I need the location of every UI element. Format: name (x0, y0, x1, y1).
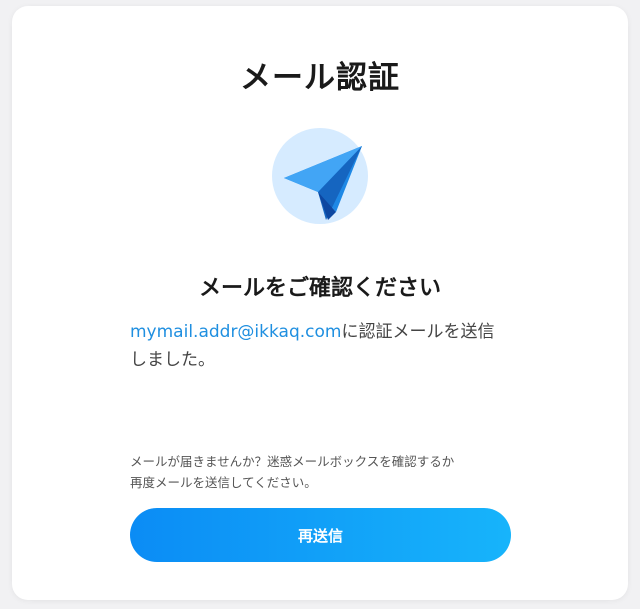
resend-button[interactable]: 再送信 (130, 508, 511, 562)
sent-message: mymail.addr@ikkaq.comに認証メールを送信しました。 (130, 318, 510, 374)
section-heading: メールをご確認ください (198, 276, 441, 301)
verification-card: メール認証 メールをご確認ください mymail.addr@ikkaq.comに… (12, 6, 628, 600)
page-title: メール認証 (240, 60, 400, 96)
paper-plane-icon (270, 126, 370, 226)
hint-line-1: メールが届きませんか？迷惑メールボックスを確認するか (130, 454, 455, 469)
email-address: mymail.addr@ikkaq.com (130, 322, 342, 342)
hint-text: メールが届きませんか？迷惑メールボックスを確認するか 再度メールを送信してくださ… (130, 451, 510, 493)
hint-line-2: 再度メールを送信してください。 (130, 475, 317, 490)
